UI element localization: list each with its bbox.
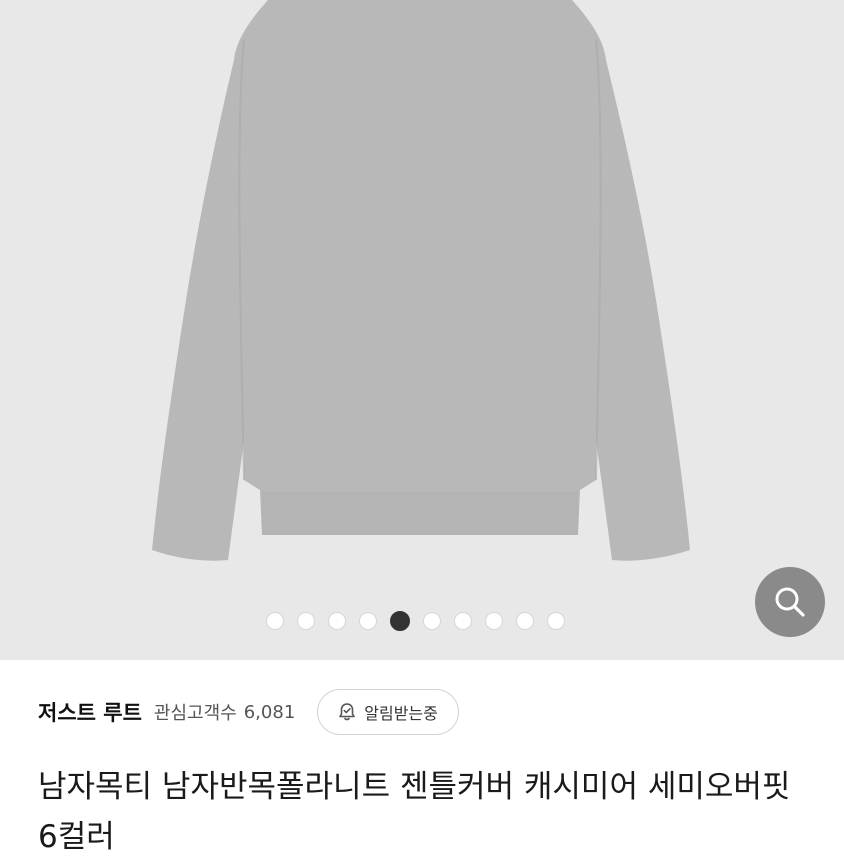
store-info-row: 저스트 루트 관심고객수 6,081 알림받는중 (38, 688, 818, 736)
carousel-dot[interactable] (547, 612, 565, 630)
carousel-dot[interactable] (454, 612, 472, 630)
carousel-dot[interactable] (516, 612, 534, 630)
bell-check-icon (339, 703, 356, 721)
carousel-dot[interactable] (359, 612, 377, 630)
carousel-dot[interactable] (423, 612, 441, 630)
carousel-dot[interactable] (297, 612, 315, 630)
store-name[interactable]: 저스트 루트 (38, 697, 142, 727)
search-icon (775, 587, 805, 617)
carousel-indicators (266, 611, 565, 631)
carousel-dot-active[interactable] (390, 611, 410, 631)
carousel-dot[interactable] (266, 612, 284, 630)
carousel-dot[interactable] (328, 612, 346, 630)
image-search-button[interactable] (755, 567, 825, 637)
product-title: 남자목티 남자반목폴라니트 젠틀커버 캐시미어 세미오버핏 6컬러 (38, 769, 791, 855)
product-image-gallery[interactable] (0, 0, 844, 660)
notification-status-label: 알림받는중 (364, 704, 438, 723)
product-image[interactable] (0, 0, 844, 660)
notification-toggle-button[interactable]: 알림받는중 (317, 689, 459, 735)
follower-label: 관심고객수 (153, 703, 237, 724)
follower-count: 6,081 (243, 701, 296, 723)
carousel-dot[interactable] (485, 612, 503, 630)
